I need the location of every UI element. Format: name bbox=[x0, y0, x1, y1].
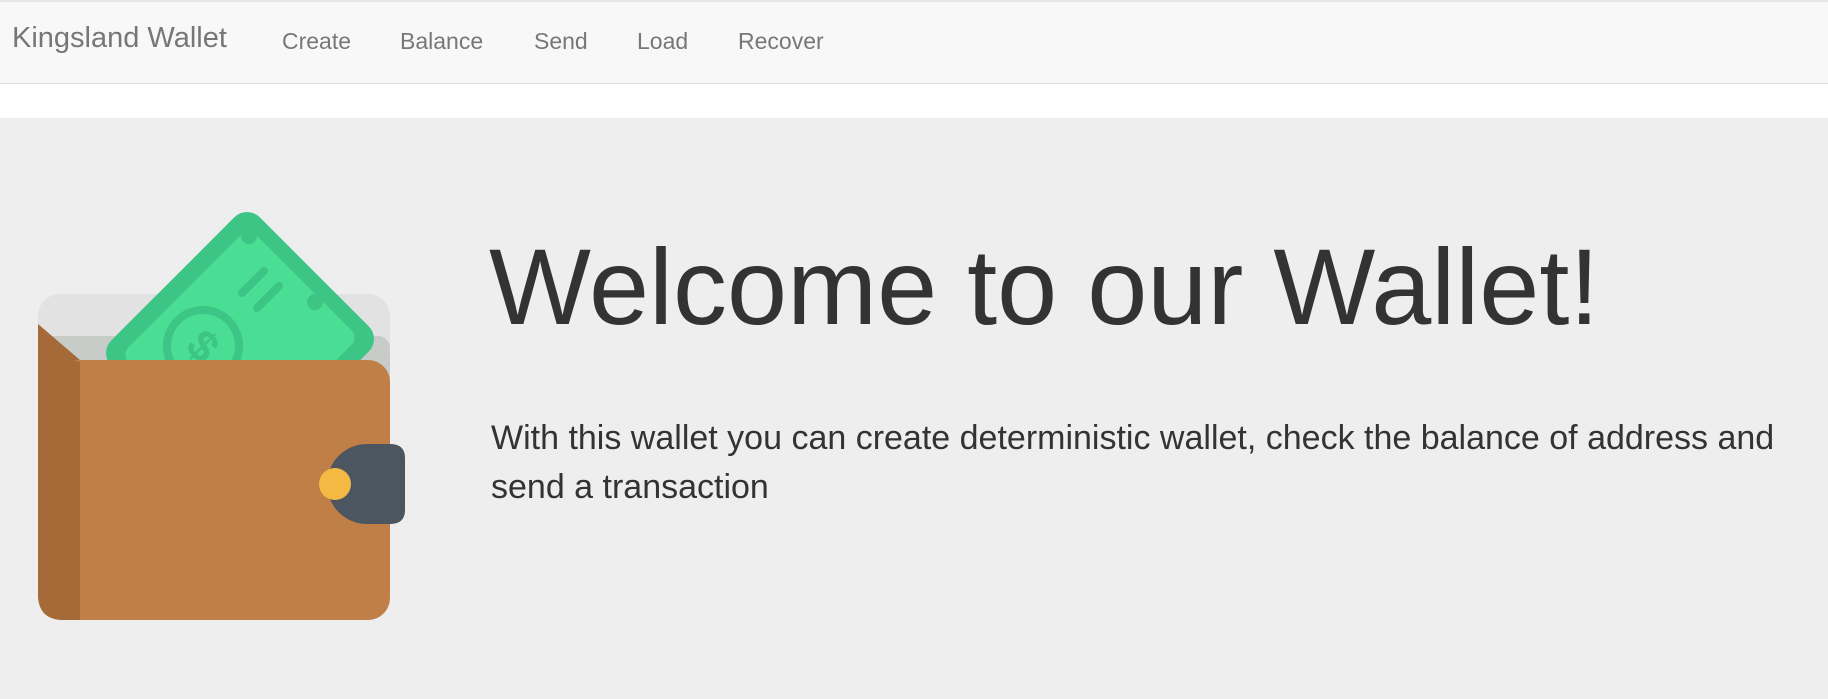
nav-balance-link[interactable]: Balance bbox=[400, 28, 483, 55]
nav-send-link[interactable]: Send bbox=[534, 28, 588, 55]
welcome-description: With this wallet you can create determin… bbox=[491, 419, 1775, 506]
welcome-title: Welcome to our Wallet! bbox=[489, 226, 1600, 347]
wallet-with-money-icon: $ bbox=[38, 212, 405, 620]
nav-load-link[interactable]: Load bbox=[637, 28, 688, 55]
nav-recover-link[interactable]: Recover bbox=[738, 28, 824, 55]
nav-create-link[interactable]: Create bbox=[282, 28, 351, 55]
top-navbar: Kingsland Wallet Create Balance Send Loa… bbox=[0, 0, 1828, 84]
brand-link[interactable]: Kingsland Wallet bbox=[12, 22, 227, 55]
